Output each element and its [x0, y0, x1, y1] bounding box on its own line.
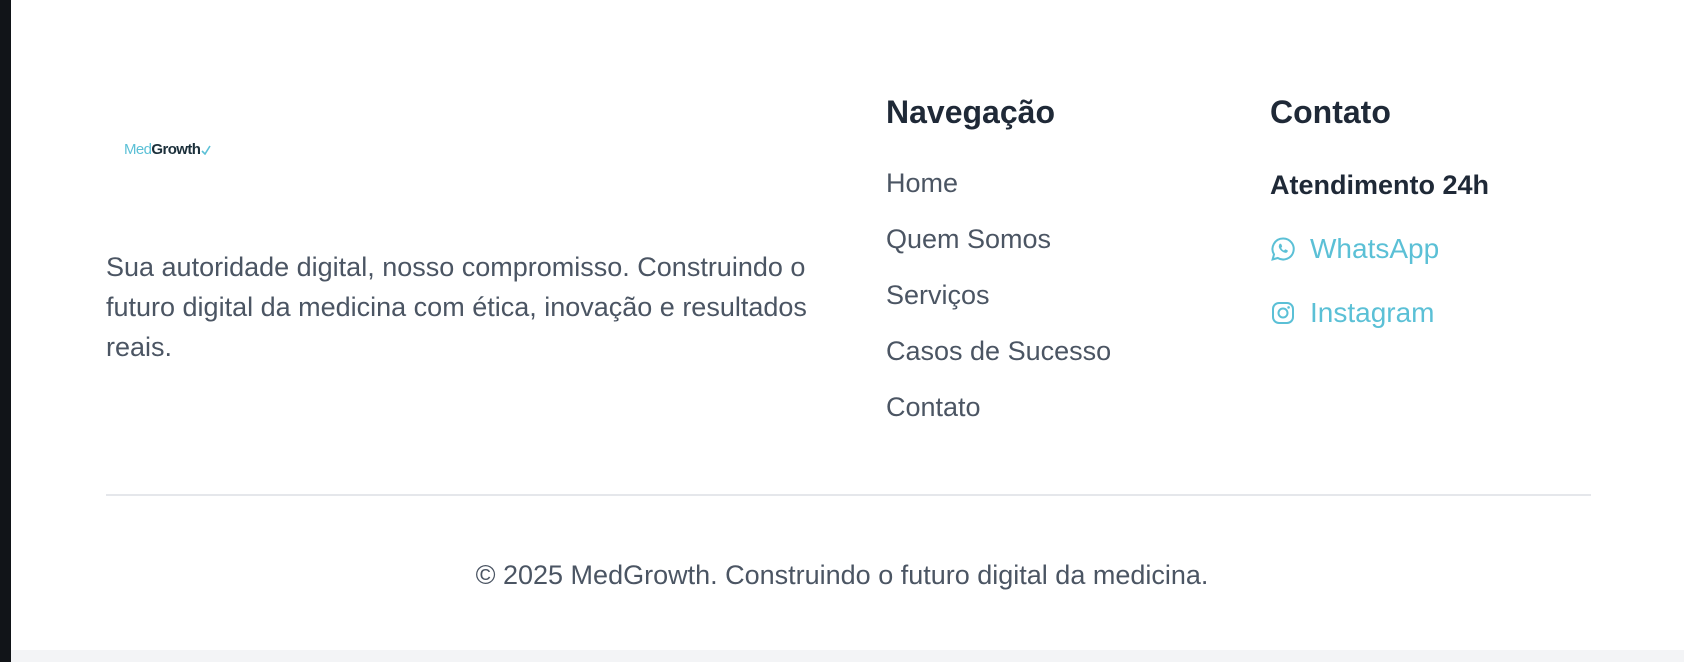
nav-link-home[interactable]: Home — [886, 168, 1111, 224]
support-hours: Atendimento 24h — [1270, 170, 1490, 200]
footer-divider — [106, 494, 1591, 496]
whatsapp-icon — [1270, 236, 1296, 262]
medgrowth-logo[interactable]: Med Growth — [124, 141, 211, 158]
nav-link-servicos[interactable]: Serviços — [886, 280, 1111, 336]
instagram-icon — [1270, 300, 1296, 326]
page-bottom-edge — [11, 650, 1684, 662]
nav-link-contato[interactable]: Contato — [886, 392, 1111, 448]
logo-growth-text: Growth — [151, 141, 201, 158]
nav-link-quem-somos[interactable]: Quem Somos — [886, 224, 1111, 280]
logo-med-text: Med — [124, 141, 152, 158]
whatsapp-link[interactable]: WhatsApp — [1270, 233, 1439, 265]
whatsapp-label: WhatsApp — [1310, 233, 1440, 264]
navigation-heading: Navegação — [886, 94, 1055, 130]
contact-heading: Contato — [1270, 94, 1391, 130]
footer-nav-list: Home Quem Somos Serviços Casos de Sucess… — [886, 168, 1111, 448]
copyright-text: © 2025 MedGrowth. Construindo o futuro d… — [475, 560, 1209, 590]
instagram-label: Instagram — [1310, 297, 1435, 328]
logo-check-icon — [201, 145, 211, 155]
nav-link-casos-de-sucesso[interactable]: Casos de Sucesso — [886, 336, 1111, 392]
instagram-link[interactable]: Instagram — [1270, 297, 1435, 329]
brand-tagline: Sua autoridade digital, nosso compromiss… — [106, 252, 807, 362]
